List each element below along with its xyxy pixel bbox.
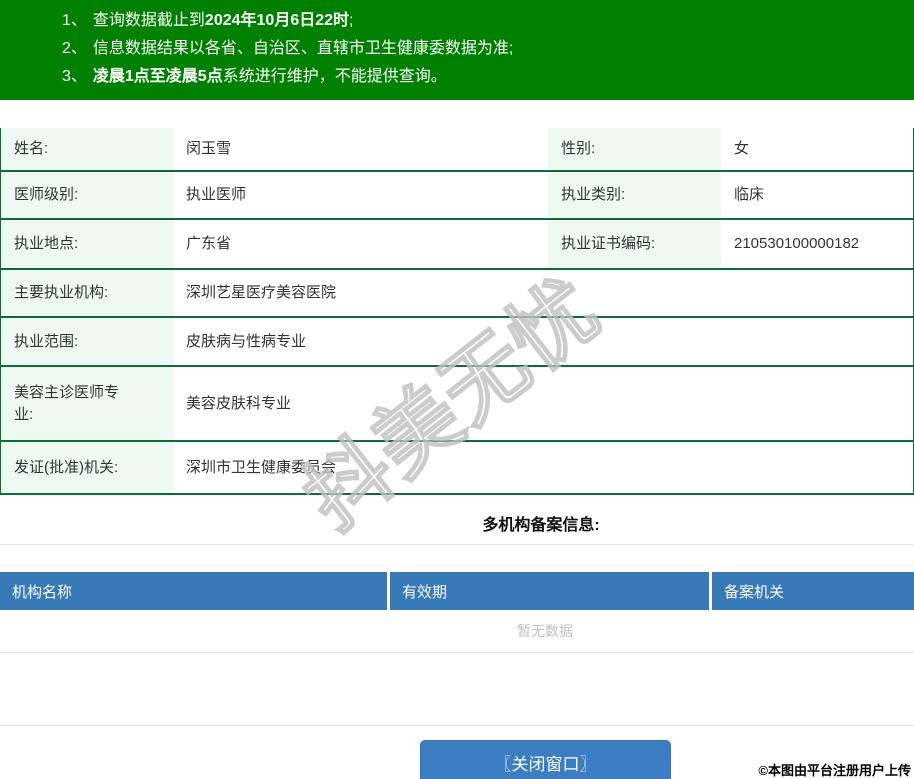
footer-divider [0,725,914,726]
main-institution-value: 深圳艺星医疗美容医院 [174,270,913,316]
notice-banner: 1、 查询数据截止到2024年10月6日22时; 2、 信息数据结果以各省、自治区、… [0,0,914,100]
no-data-message: 暂无数据 [0,610,914,653]
certificate-number-value: 210530100000182 [721,220,913,268]
notice-text: ; [349,12,354,29]
name-label: 姓名: [1,128,174,170]
certificate-number-label: 执业证书编码: [548,220,721,268]
column-institution-name: 机构名称 [0,572,390,610]
practice-category-label: 执业类别: [548,172,721,218]
info-row-issuing-authority: 发证(批准)机关: 深圳市卫生健康委员会 [1,442,913,495]
info-row-main-institution: 主要执业机构: 深圳艺星医疗美容医院 [1,270,913,318]
main-institution-label: 主要执业机构: [1,270,174,316]
filing-table-header: 机构名称 有效期 备案机关 [0,572,914,610]
notice-number: 1、 [62,12,87,29]
close-window-button[interactable]: 〖关闭窗口〗 [420,740,671,779]
gender-value: 女 [721,128,913,170]
cosmetic-specialty-value: 美容皮肤科专业 [174,367,913,440]
notice-text: 信息数据结果以各省、自治区、直辖市卫生健康委数据为准; [92,40,514,57]
doctor-level-value: 执业医师 [174,172,548,218]
practice-location-label: 执业地点: [1,220,174,268]
filing-section: 多机构备案信息: [0,495,914,545]
practice-category-value: 临床 [721,172,913,218]
notice-number: 2、 [62,40,87,57]
notice-text-bold: 凌晨1点至凌晨5点 [92,68,223,85]
info-row-cosmetic-specialty: 美容主诊医师专业: 美容皮肤科专业 [1,367,913,442]
notice-number: 3、 [62,68,87,85]
notice-item: 3、 凌晨1点至凌晨5点系统进行维护，不能提供查询。 [62,63,904,91]
copyright-watermark: ©本图由平台注册用户上传 [758,763,911,778]
issuing-authority-value: 深圳市卫生健康委员会 [174,442,913,493]
notice-text: 查询数据截止到 [92,12,205,29]
practice-scope-label: 执业范围: [1,318,174,365]
column-filing-authority: 备案机关 [712,572,914,610]
query-result-page: 1、 查询数据截止到2024年10月6日22时; 2、 信息数据结果以各省、自治区、… [0,0,914,779]
info-row-practice-scope: 执业范围: 皮肤病与性病专业 [1,318,913,367]
info-row-location-certificate: 执业地点: 广东省 执业证书编码: 210530100000182 [1,220,913,270]
info-row-name-gender: 姓名: 闵玉雪 性别: 女 [1,128,913,172]
filing-section-title: 多机构备案信息: [482,517,600,534]
info-row-level-category: 医师级别: 执业医师 执业类别: 临床 [1,172,913,220]
gender-label: 性别: [548,128,721,170]
issuing-authority-label: 发证(批准)机关: [1,442,174,493]
notice-text-bold: 2024年10月6日22时 [204,12,350,29]
notice-text: 系统进行维护，不能提供查询。 [222,68,447,85]
practitioner-info-table: 姓名: 闵玉雪 性别: 女 医师级别: 执业医师 执业类别: 临床 执业地点: … [0,128,914,495]
notice-item: 1、 查询数据截止到2024年10月6日22时; [62,7,904,35]
practice-scope-value: 皮肤病与性病专业 [174,318,913,365]
doctor-level-label: 医师级别: [1,172,174,218]
column-validity-period: 有效期 [390,572,712,610]
cosmetic-specialty-label: 美容主诊医师专业: [1,367,174,440]
name-value: 闵玉雪 [174,128,548,170]
notice-item: 2、 信息数据结果以各省、自治区、直辖市卫生健康委数据为准; [62,35,904,63]
practice-location-value: 广东省 [174,220,548,268]
